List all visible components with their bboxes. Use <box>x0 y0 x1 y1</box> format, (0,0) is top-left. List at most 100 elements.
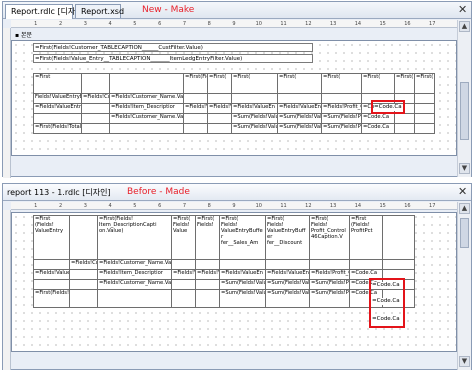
tab-report-xsd[interactable]: Report.xsd <box>75 4 124 18</box>
vertical-scrollbar[interactable]: ▲ ▼ <box>457 202 471 370</box>
scroll-thumb[interactable] <box>460 82 469 140</box>
table-cell[interactable] <box>33 279 70 290</box>
table-cell[interactable] <box>277 93 322 104</box>
table-cell[interactable]: =Fields!Customer_Name.Value <box>97 259 172 270</box>
table-cell[interactable]: =Fields!Custor <box>81 93 110 104</box>
table-cell[interactable]: =First( <box>231 73 278 94</box>
table-cell[interactable] <box>394 123 415 134</box>
table-cell[interactable]: =Fields!Profit_C <box>321 103 362 114</box>
table-cell[interactable]: =First(Fields! <box>183 73 208 94</box>
table-cell[interactable]: =Fields!Value <box>171 269 196 280</box>
table-cell[interactable]: =Sum(Fields!Valu <box>277 113 322 124</box>
table-cell[interactable]: =Code.Ca <box>361 123 395 134</box>
table-cell[interactable] <box>394 113 415 124</box>
table-cell[interactable] <box>183 113 208 124</box>
table-cell[interactable]: =Sum(Fields!Pro <box>321 113 362 124</box>
table-cell[interactable]: =First(Fields!TotalCaption.V <box>33 289 70 308</box>
table-cell[interactable]: =Sum(Fields!Pro <box>309 279 350 290</box>
table-cell[interactable]: =First( Fields! Profit_Control 46Caption… <box>309 215 350 260</box>
scroll-thumb[interactable] <box>460 218 469 248</box>
table-cell[interactable]: =First( <box>361 73 395 94</box>
table-cell[interactable] <box>414 103 435 114</box>
table-cell[interactable] <box>183 123 208 134</box>
table-cell[interactable] <box>81 103 110 114</box>
table-cell[interactable] <box>207 123 232 134</box>
table-cell[interactable] <box>414 113 435 124</box>
table-cell[interactable]: =Fields!Value <box>195 269 220 280</box>
section-collapse-icon[interactable]: ▪ <box>15 32 19 39</box>
table-cell[interactable]: =Sum(Fields!Valu <box>265 279 310 290</box>
table-cell[interactable] <box>414 123 435 134</box>
table-cell[interactable] <box>382 215 415 260</box>
table-cell[interactable]: =Sum(Fields!Pro <box>321 123 362 134</box>
table-cell[interactable] <box>219 259 266 270</box>
table-cell[interactable] <box>69 269 98 280</box>
scroll-down-arrow[interactable]: ▼ <box>459 356 470 367</box>
header-textbox-2[interactable]: =First(Fields!Value_Entry__TABLECAPTION_… <box>33 54 313 63</box>
table-cell[interactable] <box>183 93 208 104</box>
table-cell[interactable]: =Fields!ValueEntryBuffer <box>33 103 82 114</box>
tab-report-rdlc[interactable]: Report.rdlc [디자인] <box>5 4 86 19</box>
table-cell[interactable]: =First (Fields! ProfitPct <box>349 215 383 260</box>
table-cell[interactable]: =Fields!ValueEn <box>219 269 266 280</box>
table-cell[interactable] <box>195 279 220 290</box>
table-cell[interactable]: =First(Fields!TotalCaption.V <box>33 123 82 134</box>
table-cell[interactable]: =First( <box>207 73 232 94</box>
table-cell[interactable]: =Sum(Fields!Valu <box>277 123 322 134</box>
table-cell[interactable] <box>171 279 196 290</box>
scroll-up-arrow[interactable]: ▲ <box>459 203 470 214</box>
table-cell[interactable] <box>33 113 82 124</box>
table-cell[interactable]: =Sum(Fields!Valu <box>231 123 278 134</box>
table-cell[interactable]: =Fields!Item_Descriptior <box>109 103 184 114</box>
table-cell[interactable]: =Sum(Fields!Valu <box>265 289 310 308</box>
table-cell[interactable] <box>171 289 196 308</box>
table-cell[interactable] <box>69 215 98 260</box>
vertical-scrollbar[interactable]: ▲ ▼ <box>457 20 471 177</box>
table-cell[interactable]: =Fields!Customer_Name.Value <box>109 93 184 104</box>
table-cell[interactable] <box>97 289 172 308</box>
table-cell[interactable] <box>414 93 435 104</box>
bottom-report-table[interactable]: =First (Fields! ValueEntry =First(Fields… <box>33 215 415 308</box>
table-cell[interactable]: =Fields!ValueEntr <box>277 103 322 114</box>
table-cell[interactable]: =First( <box>277 73 322 94</box>
table-cell[interactable] <box>81 123 110 134</box>
table-cell[interactable] <box>382 259 415 270</box>
close-icon[interactable]: ✕ <box>458 3 467 16</box>
table-cell[interactable]: =First (Fields! ValueEntry <box>33 215 70 260</box>
table-cell[interactable]: Fields!ValueEntryBuffer <box>33 93 82 104</box>
table-cell[interactable]: =Sum(Fields!Valu <box>219 289 266 308</box>
table-cell[interactable]: =Fields!Customer_Name.Value <box>109 113 184 124</box>
table-cell[interactable]: =Sum(Fields!Valu <box>219 279 266 290</box>
table-cell[interactable]: =Fields!ValueEntryBuffer <box>33 269 70 280</box>
table-cell[interactable] <box>207 113 232 124</box>
table-cell[interactable]: =First( Fields! Value <box>171 215 196 260</box>
table-cell[interactable] <box>309 259 350 270</box>
table-cell[interactable] <box>349 259 383 270</box>
table-cell[interactable] <box>321 93 362 104</box>
table-cell[interactable] <box>81 113 110 124</box>
table-cell[interactable]: =Code.Ca <box>361 113 395 124</box>
scroll-up-arrow[interactable]: ▲ <box>459 21 470 32</box>
table-cell[interactable] <box>265 259 310 270</box>
table-cell[interactable]: =Fields!Custor <box>69 259 98 270</box>
scroll-down-arrow[interactable]: ▼ <box>459 163 470 174</box>
table-cell[interactable]: =Sum(Fields!Valu <box>231 113 278 124</box>
table-cell[interactable] <box>171 259 196 270</box>
table-cell[interactable] <box>231 93 278 104</box>
table-cell[interactable]: =First( Fields! ValueEntryBuffer fer__Di… <box>265 215 310 260</box>
table-cell[interactable]: =First( <box>394 73 415 94</box>
table-cell[interactable] <box>33 259 70 270</box>
table-cell[interactable]: =Fields!ValueEntr <box>265 269 310 280</box>
table-cell[interactable]: =First( <box>321 73 362 94</box>
table-cell[interactable] <box>109 73 184 94</box>
table-cell[interactable]: =First( Fields! ValueEntryBuffer fer__Sa… <box>219 215 266 260</box>
table-cell[interactable]: =First(Fields! Item_DescriptionCapti on.… <box>97 215 172 260</box>
table-cell[interactable]: =Sum(Fields!Pro <box>309 289 350 308</box>
table-cell[interactable] <box>207 93 232 104</box>
table-cell[interactable]: =First( Fields! <box>195 215 220 260</box>
table-cell[interactable]: =Fields!Customer_Name.Value <box>97 279 172 290</box>
table-cell[interactable]: =Fields!Profit_C <box>309 269 350 280</box>
table-cell[interactable]: =Fields!Value <box>183 103 208 114</box>
table-cell[interactable]: =Fields!Item_Descriptior <box>97 269 172 280</box>
table-cell[interactable] <box>69 289 98 308</box>
